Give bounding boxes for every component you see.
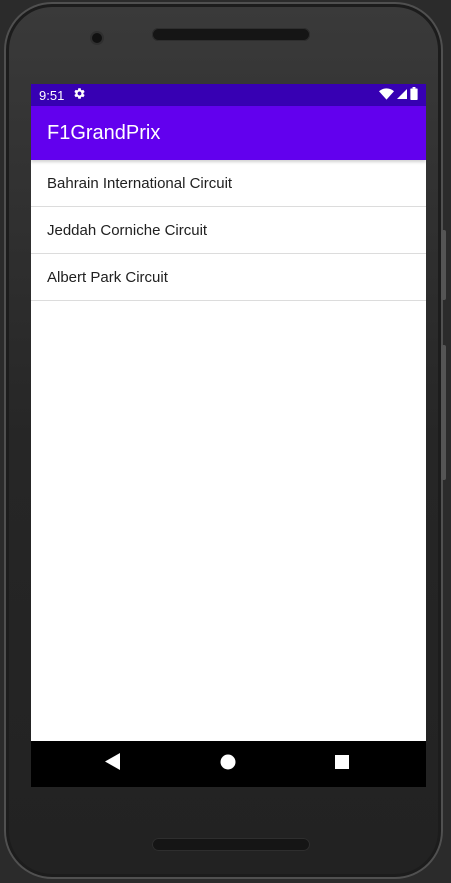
top-speaker (152, 28, 310, 41)
recents-button[interactable] (320, 741, 364, 787)
list-item-label: Jeddah Corniche Circuit (47, 221, 208, 239)
back-button[interactable] (91, 741, 135, 787)
status-bar: 9:51 (31, 84, 426, 106)
volume-button (441, 230, 446, 300)
app-title: F1GrandPrix (47, 121, 161, 144)
home-icon (220, 754, 236, 775)
app-bar: F1GrandPrix (31, 106, 426, 160)
status-time: 9:51 (39, 87, 65, 103)
list-item-label: Bahrain International Circuit (47, 174, 233, 192)
navigation-bar (31, 741, 426, 787)
list-item[interactable]: Bahrain International Circuit (31, 160, 426, 207)
settings-icon (73, 87, 86, 103)
back-icon (105, 753, 121, 775)
bottom-speaker (152, 838, 310, 851)
cell-signal-icon (396, 88, 408, 103)
list-item[interactable]: Albert Park Circuit (31, 254, 426, 301)
phone-screen: 9:51 F1GrandPrix Bahrain International C… (31, 84, 426, 787)
power-button (441, 345, 446, 480)
list-item-label: Albert Park Circuit (47, 268, 168, 286)
battery-icon (410, 87, 418, 103)
home-button[interactable] (206, 741, 250, 787)
status-icons (379, 87, 418, 103)
list-item[interactable]: Jeddah Corniche Circuit (31, 207, 426, 254)
circuit-list: Bahrain International Circuit Jeddah Cor… (31, 160, 426, 301)
front-camera (92, 33, 102, 43)
recents-icon (335, 754, 349, 774)
wifi-icon (379, 87, 394, 103)
